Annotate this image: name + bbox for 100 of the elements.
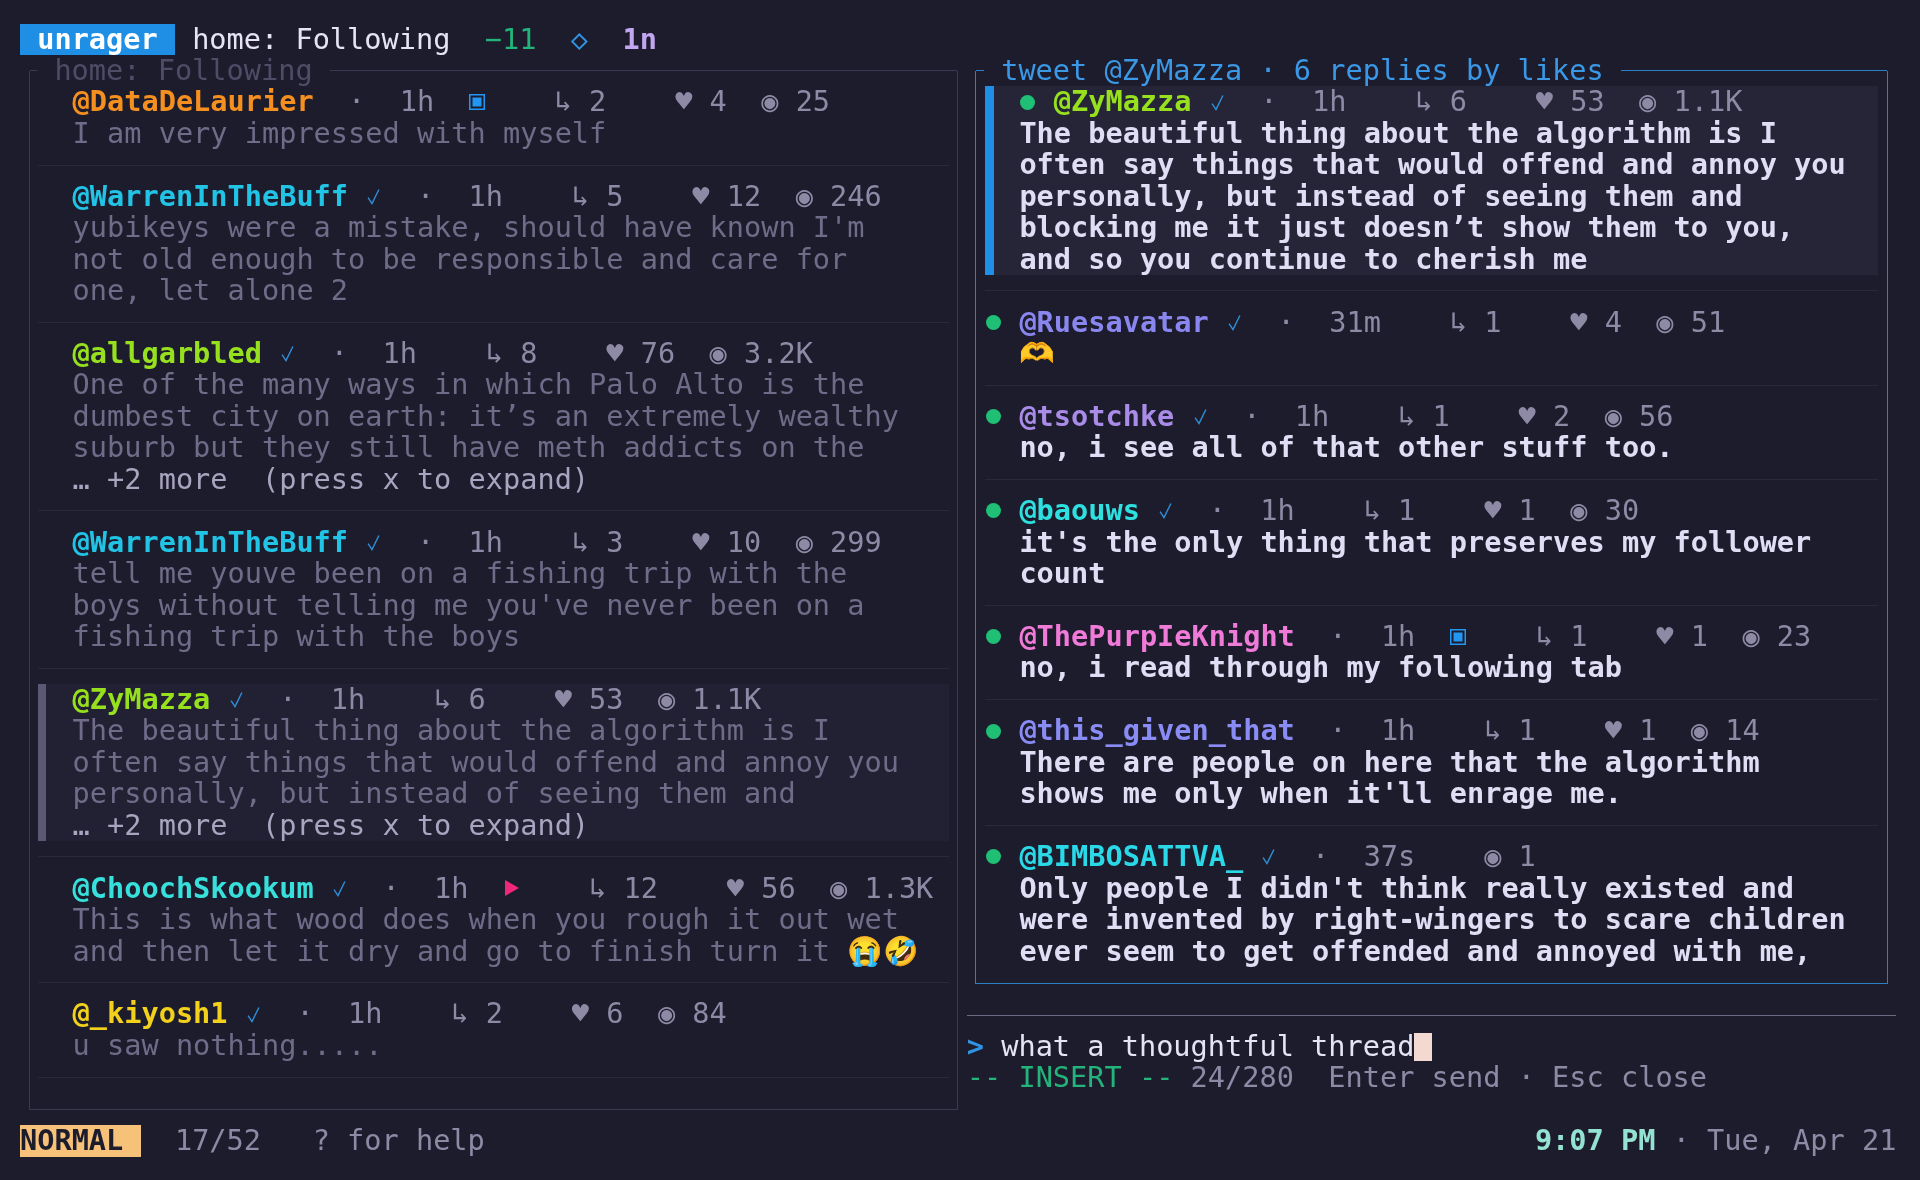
author-handle: @ChoochSkookum bbox=[72, 872, 314, 905]
view-count: ◉ 246 bbox=[795, 180, 882, 213]
separator-dot: · bbox=[1243, 400, 1261, 433]
reply-count: ↳ 1 bbox=[1449, 306, 1502, 338]
expand-hint: … +2 more (press x to expand) bbox=[72, 463, 591, 496]
tweet-text: One of the many ways in which Palo Alto is the dumbest city on earth: it’s an extremely wealthy suburb but they still have meth addicts on the bbox=[72, 369, 900, 464]
author-handle: @ThePurpIeKnight bbox=[1019, 621, 1295, 653]
app-badge: unrager bbox=[20, 23, 175, 55]
feed-title: home: Following bbox=[192, 23, 451, 55]
like-count: ♥ 53 bbox=[1535, 86, 1605, 118]
reply-text: 🫶 bbox=[1018, 338, 1057, 370]
date-label: Tue, Apr 21 bbox=[1707, 1125, 1897, 1157]
reply-count: ↳ 8 bbox=[485, 338, 538, 370]
tweet-text: yubikeys were a mistake, should have known I'm not old enough to be responsible and care for one, let alone 2 bbox=[72, 212, 866, 307]
author-handle: @ZyMazza bbox=[72, 683, 211, 716]
selected-tweet[interactable]: @ZyMazza · 1h ↳ 6 ♥ 53 ◉ 1.1K The beautiful thing about the algorithm is I often say things that would offend and annoy you personally, but instead of seeing them and … +2 more (press x to expand) bbox=[38, 683, 949, 842]
text-cursor-icon bbox=[1414, 1032, 1432, 1061]
like-count: ♥ 12 bbox=[692, 180, 762, 213]
separator-dot: · bbox=[1260, 86, 1278, 118]
reply-count: ↳ 12 bbox=[589, 872, 658, 905]
reply-text: it's the only thing that preserves my follower count bbox=[1018, 526, 1813, 590]
key-hints: Enter send · Esc close bbox=[1328, 1062, 1708, 1094]
tweet-text: The beautiful thing about the algorithm is I often say things that would offend and annoy you personally, but instead of seeing them and bbox=[72, 715, 900, 810]
clock-time: 9:07 PM bbox=[1534, 1125, 1656, 1157]
author-handle: @tsotchke bbox=[1019, 400, 1175, 433]
insert-mode-label: -- INSERT -- bbox=[966, 1062, 1174, 1094]
like-count: ♥ 76 bbox=[606, 338, 676, 370]
panel-title: home: Following bbox=[54, 54, 313, 87]
like-count: ♥ 1 bbox=[1604, 715, 1657, 747]
view-count: ◉ 299 bbox=[795, 526, 882, 559]
separator-dot: · bbox=[1277, 306, 1295, 338]
post-time: 1h bbox=[1294, 400, 1330, 433]
like-count: ♥ 4 bbox=[1570, 306, 1622, 338]
like-count: ♥ 56 bbox=[726, 872, 796, 905]
like-count: ♥ 1 bbox=[1656, 621, 1708, 653]
focused-tweet[interactable] bbox=[984, 86, 1879, 276]
view-count: ◉ 1.1K bbox=[1639, 86, 1743, 118]
separator-dot: · bbox=[330, 338, 349, 370]
post-time: 37s bbox=[1363, 841, 1416, 873]
post-time: 1h bbox=[348, 998, 383, 1030]
character-counter: 24/280 bbox=[1190, 1062, 1294, 1094]
help-hint: ? for help bbox=[312, 1125, 485, 1157]
view-count: ◉ 30 bbox=[1570, 495, 1640, 527]
reply-input-field[interactable]: what a thoughtful thread bbox=[1001, 1030, 1432, 1063]
post-time: 31m bbox=[1329, 306, 1381, 338]
post-time: 1h bbox=[399, 86, 435, 118]
post-time: 1h bbox=[468, 526, 503, 559]
post-time: 1h bbox=[1380, 621, 1416, 653]
like-count: ♥ 10 bbox=[692, 526, 762, 559]
reply-count: ↳ 6 bbox=[1415, 86, 1467, 118]
tweet-text: I am very impressed with myself bbox=[72, 117, 608, 150]
reply-count: ↳ 1 bbox=[1535, 621, 1588, 653]
prompt-marker: > bbox=[966, 1030, 984, 1063]
author-handle: @BIMBOSATTVA_ bbox=[1019, 841, 1244, 873]
tweet-text: tell me youve been on a fishing trip with the boys without telling me you've never been on a fishing trip with the boys bbox=[72, 558, 866, 653]
tweet-text: u saw nothing..... bbox=[72, 1029, 384, 1062]
author-handle: @Ruesavatar bbox=[1019, 306, 1209, 338]
post-time: 1h bbox=[1380, 715, 1416, 747]
author-handle: @WarrenInTheBuff bbox=[72, 526, 349, 559]
view-count: ◉ 51 bbox=[1656, 306, 1726, 338]
reply-count: ↳ 1 bbox=[1363, 495, 1416, 527]
tweet-text: This is what wood does when you rough it out wet and then let it dry and go to finish turn it 😭🤣 bbox=[72, 904, 921, 967]
separator-dot: · bbox=[279, 683, 297, 716]
reply-count: ↳ 3 bbox=[571, 526, 624, 559]
reply-count: ↳ 1 bbox=[1398, 400, 1450, 433]
separator-dot: · bbox=[382, 872, 400, 905]
author-handle: @allgarbled bbox=[72, 338, 262, 370]
separator-dot: · bbox=[1329, 621, 1347, 653]
like-count: ♥ 1 bbox=[1484, 495, 1536, 527]
view-count: ◉ 1.1K bbox=[657, 683, 762, 716]
reply-count: ↳ 1 bbox=[1484, 715, 1536, 747]
view-count: ◉ 1.3K bbox=[830, 872, 934, 905]
separator-dot: · bbox=[1672, 1125, 1690, 1157]
reply-text: no, i see all of that other stuff too. bbox=[1018, 432, 1675, 464]
view-count: ◉ 84 bbox=[657, 998, 727, 1030]
view-count: ◉ 3.2K bbox=[709, 338, 813, 370]
separator-dot: · bbox=[1208, 495, 1226, 527]
diamond-symbol: ◇ bbox=[570, 23, 589, 55]
post-time: 1h bbox=[434, 872, 469, 905]
like-count: ♥ 6 bbox=[571, 998, 624, 1030]
separator-dot: · bbox=[348, 86, 366, 118]
feed-delta: −11 bbox=[484, 23, 537, 55]
counter-label: 1n bbox=[622, 23, 657, 55]
reply-count: ↳ 5 bbox=[571, 180, 624, 213]
like-count: ♥ 2 bbox=[1518, 400, 1571, 433]
separator-dot: · bbox=[416, 180, 435, 213]
separator-dot: · bbox=[1312, 841, 1330, 873]
author-handle: @this_given_that bbox=[1019, 715, 1295, 747]
author-handle: @baouws bbox=[1019, 495, 1140, 527]
view-count: ◉ 25 bbox=[761, 86, 831, 118]
author-handle: @_kiyosh1 bbox=[72, 998, 228, 1030]
view-count: ◉ 1 bbox=[1484, 841, 1536, 873]
reply-count: ↳ 2 bbox=[451, 998, 503, 1030]
separator-dot: · bbox=[1329, 715, 1347, 747]
view-count: ◉ 23 bbox=[1742, 621, 1812, 653]
reply-count: ↳ 6 bbox=[434, 683, 486, 716]
expand-hint: … +2 more (press x to expand) bbox=[72, 809, 590, 842]
author-handle: @WarrenInTheBuff bbox=[72, 180, 349, 213]
view-count: ◉ 56 bbox=[1604, 400, 1674, 433]
like-count: ♥ 4 bbox=[675, 86, 727, 118]
